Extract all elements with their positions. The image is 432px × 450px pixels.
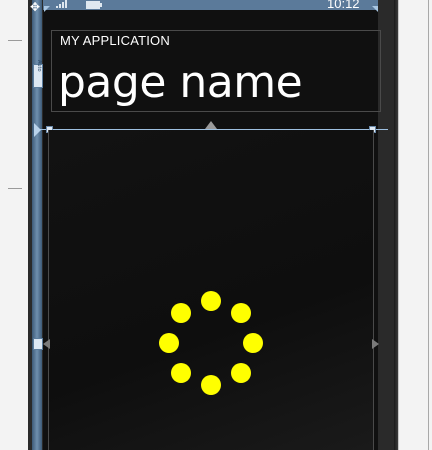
ruler-tick	[8, 40, 22, 41]
row-size-grip-lower[interactable]	[33, 338, 43, 350]
right-margin-arrow-icon[interactable]	[372, 339, 379, 349]
corner-marker-icon	[372, 6, 378, 12]
left-margin-arrow-icon[interactable]	[43, 339, 50, 349]
page-title: page name	[58, 57, 303, 108]
corner-marker-icon	[44, 6, 50, 12]
column-marker-icon[interactable]	[205, 121, 217, 129]
canvas-edge	[428, 0, 429, 450]
battery-icon	[86, 1, 102, 9]
signal-bars-icon	[56, 0, 70, 8]
move-icon[interactable]: ✥	[28, 0, 42, 14]
designer-right-margin	[398, 0, 432, 450]
designer-left-ruler	[0, 0, 29, 450]
application-title: MY APPLICATION	[60, 33, 170, 48]
ruler-tick	[8, 188, 22, 189]
row-size-label: Auto	[36, 60, 42, 72]
row-marker-icon[interactable]	[34, 123, 41, 137]
content-panel	[48, 130, 374, 450]
status-time: 10:12	[327, 0, 360, 11]
